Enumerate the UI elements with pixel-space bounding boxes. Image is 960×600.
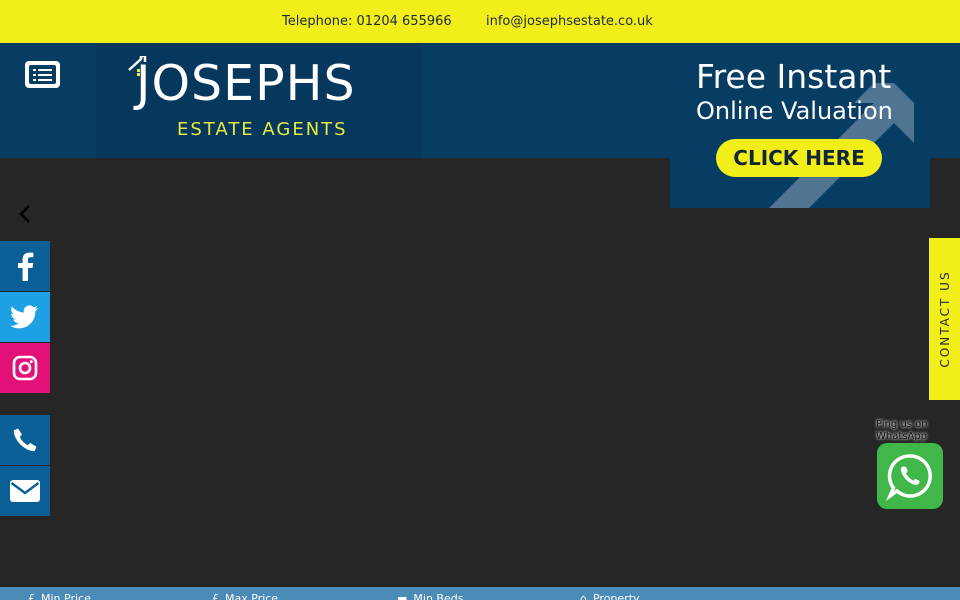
twitter-icon <box>11 305 38 329</box>
facebook-button[interactable] <box>0 241 50 291</box>
email-link[interactable]: info@josephsestate.co.uk <box>486 14 653 29</box>
phone-icon <box>13 428 37 452</box>
telephone-link[interactable]: Telephone: 01204 655966 <box>282 14 452 29</box>
menu-list-icon <box>29 65 56 84</box>
menu-button[interactable] <box>25 61 60 88</box>
pound-icon: £ <box>212 592 219 600</box>
min-beds-field[interactable]: ▬ Min Beds <box>397 592 463 600</box>
josephs-logo[interactable]: JOSEPHS ESTATE AGENTS <box>96 43 422 158</box>
bed-icon: ▬ <box>397 592 408 600</box>
top-contact-bar: Telephone: 01204 655966 info@josephsesta… <box>0 0 960 43</box>
instagram-icon <box>12 355 38 381</box>
instagram-button[interactable] <box>0 343 50 393</box>
contact-us-label: CONTACT US <box>937 270 952 368</box>
home-icon: ⌂ <box>580 592 587 600</box>
property-type-field[interactable]: ⌂ Property <box>580 592 640 600</box>
whatsapp-label: Ping us on WhatsApp <box>876 419 928 442</box>
twitter-button[interactable] <box>0 292 50 342</box>
envelope-icon <box>10 480 40 502</box>
max-price-field[interactable]: £ Max Price <box>212 592 278 600</box>
pound-icon: £ <box>28 592 35 600</box>
logo-brand: JOSEPHS <box>136 55 356 112</box>
phone-button[interactable] <box>0 415 50 465</box>
contact-us-tab[interactable]: CONTACT US <box>929 238 960 400</box>
chevron-left-icon[interactable] <box>15 202 35 226</box>
banner-heading: Free Instant <box>696 57 892 96</box>
valuation-banner[interactable]: Free Instant Online Valuation CLICK HERE <box>670 43 930 208</box>
min-price-field[interactable]: £ Min Price <box>28 592 91 600</box>
whatsapp-icon <box>885 454 932 501</box>
email-button[interactable] <box>0 466 50 516</box>
whatsapp-button[interactable] <box>877 443 943 509</box>
banner-subheading: Online Valuation <box>696 97 893 125</box>
property-search-bar: £ Min Price £ Max Price ▬ Min Beds ⌂ Propert… <box>0 587 960 600</box>
logo-tagline: ESTATE AGENTS <box>177 119 348 140</box>
click-here-button[interactable]: CLICK HERE <box>716 139 882 177</box>
facebook-icon <box>18 252 34 281</box>
